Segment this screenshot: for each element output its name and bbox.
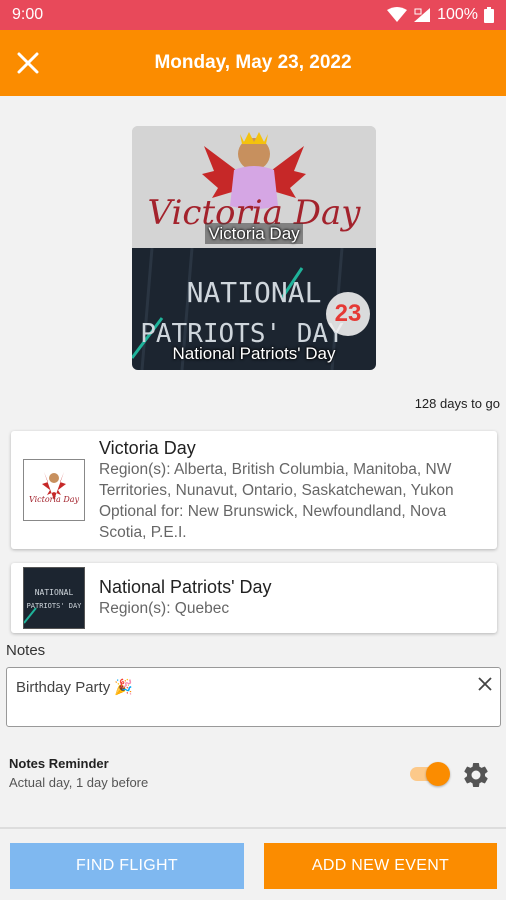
- thumbnail-art-line2: PATRIOTS' DAY: [27, 602, 83, 610]
- close-icon: [17, 52, 39, 74]
- patriots-art-line1: NATIONAL: [187, 276, 322, 309]
- thumbnail-art-line1: NATIONAL: [35, 588, 74, 597]
- event-optional: Optional for: New Brunswick, Newfoundlan…: [99, 503, 447, 541]
- status-icons: 100%: [387, 6, 494, 24]
- reminder-subtitle: Actual day, 1 day before: [9, 775, 149, 790]
- wifi-icon: [387, 7, 408, 22]
- clear-notes-button[interactable]: [478, 675, 492, 696]
- toggle-thumb: [426, 762, 450, 786]
- hero-label-text: National Patriots' Day: [172, 344, 336, 363]
- signal-icon: [414, 8, 431, 22]
- event-card-victoria-day[interactable]: Victoria Day Victoria Day Region(s): Alb…: [11, 431, 497, 549]
- battery-percent: 100%: [437, 6, 478, 23]
- find-flight-button[interactable]: FIND FLIGHT: [10, 843, 244, 889]
- status-time: 9:00: [12, 6, 44, 23]
- event-title: Victoria Day: [99, 438, 196, 458]
- event-regions: Region(s): Alberta, British Columbia, Ma…: [99, 461, 454, 499]
- victoria-day-thumbnail: Victoria Day: [23, 459, 85, 521]
- divider: [0, 827, 506, 829]
- page-title: Monday, May 23, 2022: [154, 52, 352, 73]
- close-icon: [478, 677, 492, 691]
- event-details: National Patriots' Day Region(s): Quebec: [99, 576, 487, 619]
- reminder-toggle[interactable]: [410, 762, 450, 786]
- event-card-patriots-day[interactable]: NATIONAL PATRIOTS' DAY National Patriots…: [11, 563, 497, 633]
- patriots-day-thumbnail: NATIONAL PATRIOTS' DAY: [23, 567, 85, 629]
- add-new-event-button[interactable]: ADD NEW EVENT: [264, 843, 497, 889]
- gear-icon[interactable]: [461, 760, 491, 790]
- app-bar: Monday, May 23, 2022: [0, 30, 506, 96]
- hero-label-patriots-day: National Patriots' Day: [132, 344, 376, 364]
- reminder-title: Notes Reminder: [9, 756, 109, 771]
- thumbnail-art-text: Victoria Day: [29, 495, 80, 504]
- notes-label: Notes: [6, 642, 46, 659]
- close-button[interactable]: [10, 45, 46, 81]
- battery-icon: [484, 7, 494, 23]
- event-regions: Region(s): Quebec: [99, 600, 230, 617]
- days-to-go: 128 days to go: [414, 396, 500, 411]
- day-badge: 23: [326, 292, 370, 336]
- status-bar: 9:00 100%: [0, 0, 506, 30]
- notes-input[interactable]: Birthday Party 🎉: [6, 667, 501, 727]
- event-details: Victoria Day Region(s): Alberta, British…: [99, 437, 487, 543]
- hero-label-victoria-day: Victoria Day: [132, 223, 376, 244]
- holiday-collage[interactable]: Victoria Day NATIONAL PATRIOTS' DAY Vict…: [132, 126, 376, 370]
- hero-label-text: Victoria Day: [205, 223, 303, 244]
- notes-value: Birthday Party 🎉: [16, 679, 134, 696]
- event-title: National Patriots' Day: [99, 577, 272, 597]
